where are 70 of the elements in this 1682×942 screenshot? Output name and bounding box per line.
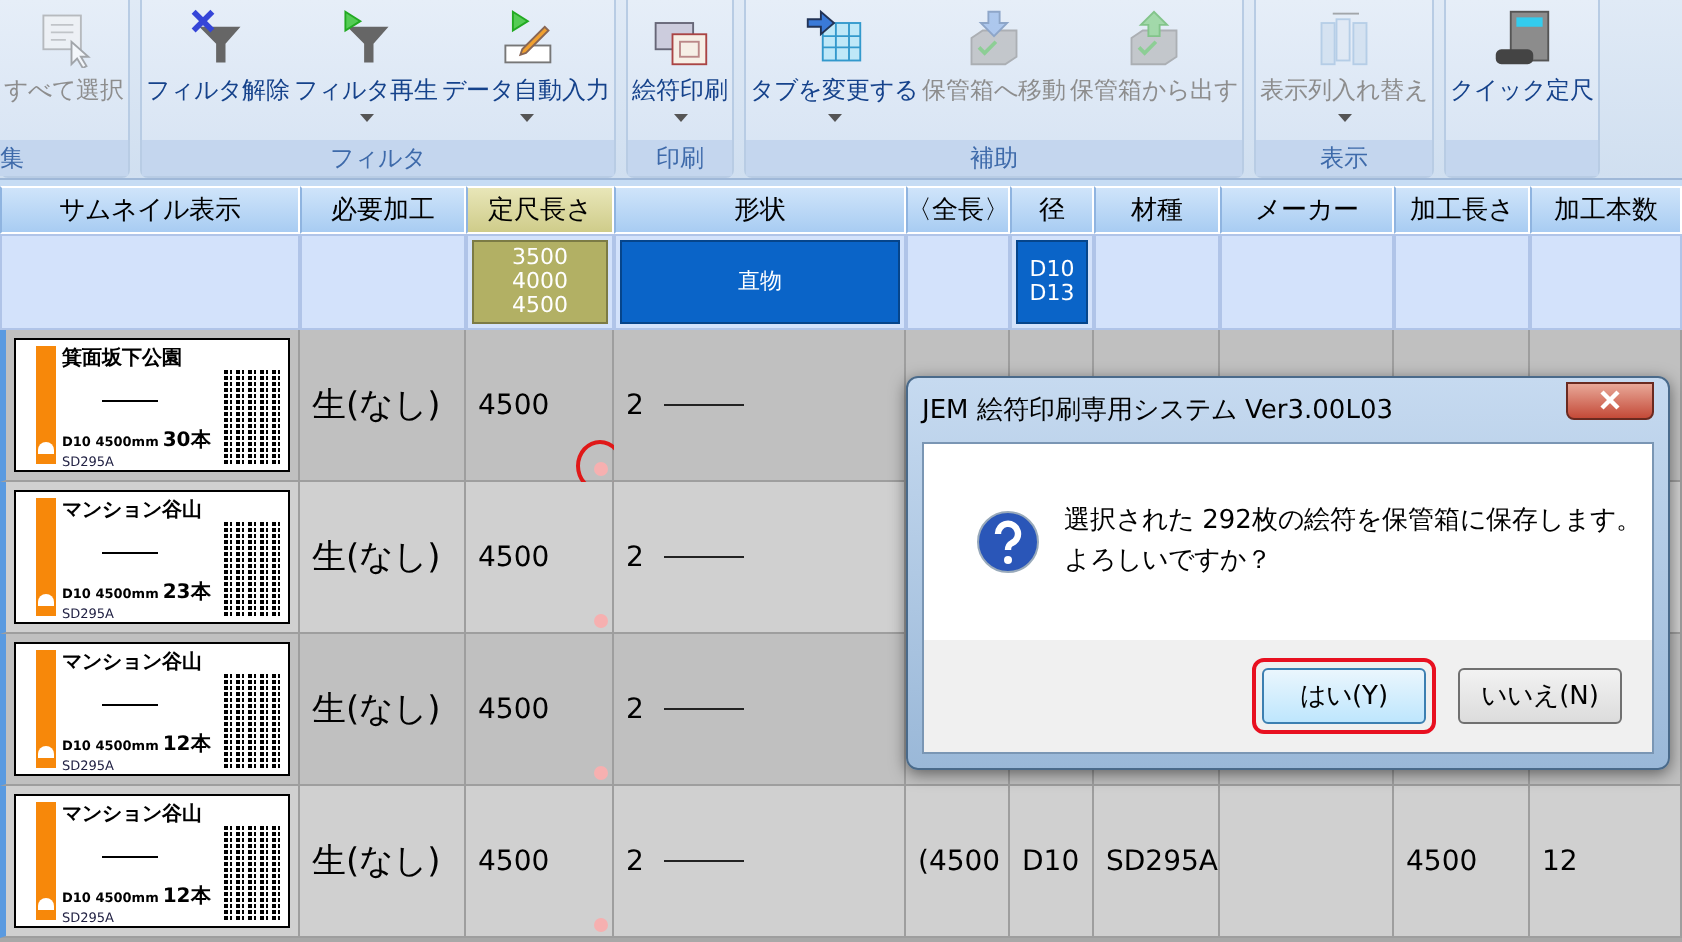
- thumbnail-count: 23本: [162, 579, 211, 606]
- cell-text: SD295A: [1106, 845, 1218, 877]
- filter-cell[interactable]: [300, 234, 466, 330]
- cell-text: 4500: [478, 693, 550, 725]
- column-header[interactable]: 加工長さ: [1394, 186, 1530, 234]
- qr-code-icon: [224, 674, 280, 768]
- thumbnail-count: 12本: [162, 731, 211, 758]
- close-icon: [1600, 390, 1620, 410]
- ribbon-button[interactable]: データ自動入力: [440, 0, 612, 140]
- cell-text: 2: [626, 541, 644, 573]
- column-header[interactable]: メーカー: [1220, 186, 1394, 234]
- filter-cell[interactable]: [906, 234, 1010, 330]
- cell-text: 2: [626, 845, 644, 877]
- group-label: 補助: [970, 141, 1018, 175]
- group-label: 表示: [1320, 141, 1368, 175]
- thumbnail-count: 30本: [162, 427, 211, 454]
- cell-text: 4500: [478, 541, 550, 573]
- ribbon-button[interactable]: 絵符印刷: [630, 0, 730, 140]
- ribbon-button[interactable]: タブを変更する: [748, 0, 920, 140]
- tag-stripe-icon: [36, 346, 56, 464]
- qr-code-icon: [224, 370, 280, 464]
- cell-text: 12: [1542, 845, 1578, 877]
- cell-text: 4500: [1406, 845, 1478, 877]
- thumbnail-title: 箕面坂下公園: [62, 346, 184, 372]
- cell-text: 2: [626, 693, 644, 725]
- tag-stripe-icon: [36, 802, 56, 920]
- qr-code-icon: [224, 522, 280, 616]
- dialog-message: 選択された 292枚の絵符を保管箱に保存します。: [1064, 504, 1642, 540]
- column-header[interactable]: 形状: [614, 186, 906, 234]
- tag-stripe-icon: [36, 498, 56, 616]
- window-title: JEM 絵符印刷専用システム Ver3.00L03: [922, 394, 1393, 428]
- cell-text: D10: [1022, 845, 1080, 877]
- column-header[interactable]: 〈全長〉: [906, 186, 1010, 234]
- dialog-button[interactable]: いいえ(N): [1458, 668, 1622, 724]
- cell-text: 生(なし): [312, 840, 441, 884]
- column-header[interactable]: 加工本数: [1530, 186, 1682, 234]
- tag-stripe-icon: [36, 650, 56, 768]
- filter-cell[interactable]: [0, 234, 300, 330]
- close-button[interactable]: [1566, 381, 1654, 419]
- dialog-message: よろしいですか？: [1064, 544, 1274, 580]
- cell-text: 生(なし): [312, 384, 441, 428]
- thumbnail-title: マンション谷山: [62, 650, 204, 676]
- dialog-button[interactable]: はい(Y): [1262, 668, 1426, 724]
- qr-code-icon: [224, 826, 280, 920]
- column-header[interactable]: 定尺長さ: [466, 186, 614, 234]
- cell-text: (4500: [918, 845, 1001, 877]
- group-label: 集: [0, 141, 24, 175]
- column-header[interactable]: 径: [1010, 186, 1094, 234]
- filter-cell[interactable]: [1530, 234, 1682, 330]
- question-icon: [976, 510, 1040, 574]
- group-label: フィルタ: [330, 141, 426, 175]
- column-header[interactable]: 材種: [1094, 186, 1220, 234]
- cell-text: 2: [626, 389, 644, 421]
- cell-text: 生(なし): [312, 536, 441, 580]
- column-header[interactable]: 必要加工: [300, 186, 466, 234]
- group-label: 印刷: [656, 141, 704, 175]
- filter-cell[interactable]: [1220, 234, 1394, 330]
- ribbon-button[interactable]: フィルタ再生: [292, 0, 440, 140]
- ribbon-button[interactable]: フィルタ解除: [144, 0, 292, 140]
- cell-text: 生(なし): [312, 688, 441, 732]
- column-header[interactable]: サムネイル表示: [0, 186, 300, 234]
- thumbnail-title: マンション谷山: [62, 802, 204, 828]
- cell-text: 4500: [478, 389, 550, 421]
- calculator-icon: [1492, 8, 1552, 68]
- thumbnail-count: 12本: [162, 883, 211, 910]
- filter-cell[interactable]: [1394, 234, 1530, 330]
- thumbnail-title: マンション谷山: [62, 498, 204, 524]
- ribbon-button[interactable]: クイック定尺: [1448, 0, 1596, 140]
- cell-text: 4500: [478, 845, 550, 877]
- filter-cell[interactable]: [1094, 234, 1220, 330]
